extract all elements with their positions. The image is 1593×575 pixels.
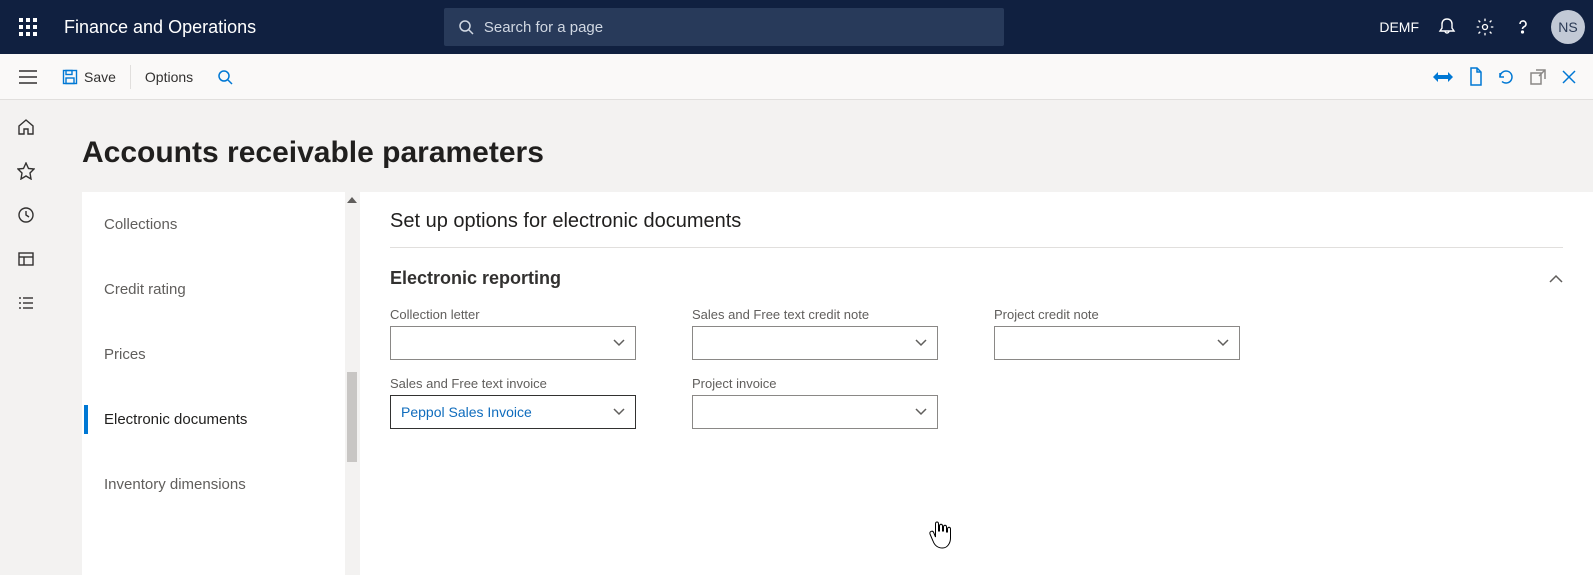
- app-title: Finance and Operations: [64, 17, 256, 38]
- chevron-down-icon: [613, 408, 625, 416]
- fields-row: Collection letter Sales and Free text in…: [390, 307, 1563, 429]
- refresh-icon[interactable]: [1497, 67, 1515, 87]
- content-area: Accounts receivable parameters Collectio…: [52, 100, 1593, 575]
- label-collection-letter: Collection letter: [390, 307, 636, 322]
- favorites-icon[interactable]: [17, 162, 35, 180]
- help-icon[interactable]: [1513, 17, 1533, 37]
- save-button[interactable]: Save: [48, 54, 130, 100]
- combo-project-invoice[interactable]: [692, 395, 938, 429]
- combo-project-credit-note[interactable]: [994, 326, 1240, 360]
- action-bar-right: [1433, 67, 1593, 87]
- sidelist-scrollbar[interactable]: [345, 192, 359, 575]
- save-label: Save: [84, 69, 116, 85]
- app-launcher[interactable]: [8, 7, 48, 47]
- home-icon[interactable]: [17, 118, 35, 136]
- close-icon[interactable]: [1561, 67, 1577, 87]
- options-button[interactable]: Options: [131, 54, 207, 100]
- legal-entity[interactable]: DEMF: [1379, 19, 1419, 35]
- settings-icon[interactable]: [1475, 17, 1495, 37]
- label-sales-free-text-credit-note: Sales and Free text credit note: [692, 307, 938, 322]
- avatar[interactable]: NS: [1551, 10, 1585, 44]
- nav-toggle[interactable]: [8, 70, 48, 84]
- modules-icon[interactable]: [17, 294, 35, 312]
- avatar-initials: NS: [1558, 19, 1577, 35]
- save-icon: [62, 69, 78, 85]
- group-header[interactable]: Electronic reporting: [390, 268, 1563, 289]
- action-search-button[interactable]: [207, 54, 243, 100]
- value-sales-free-text-invoice: Peppol Sales Invoice: [401, 404, 532, 420]
- chevron-down-icon: [915, 408, 927, 416]
- personalize-icon[interactable]: [1433, 67, 1453, 87]
- combo-sales-free-text-credit-note[interactable]: [692, 326, 938, 360]
- sidelist-item-credit-rating[interactable]: Credit rating: [82, 257, 359, 322]
- combo-sales-free-text-invoice[interactable]: Peppol Sales Invoice: [390, 395, 636, 429]
- search-icon: [458, 19, 474, 35]
- label-project-credit-note: Project credit note: [994, 307, 1240, 322]
- app-bar: Finance and Operations DEMF NS: [0, 0, 1593, 54]
- chevron-down-icon: [1217, 339, 1229, 347]
- collapse-icon[interactable]: [1549, 274, 1563, 284]
- options-label: Options: [145, 69, 193, 85]
- sidelist-item-electronic-documents[interactable]: Electronic documents: [82, 387, 359, 452]
- recent-icon[interactable]: [17, 206, 35, 224]
- combo-collection-letter[interactable]: [390, 326, 636, 360]
- page-title: Accounts receivable parameters: [52, 100, 1593, 192]
- group-title: Electronic reporting: [390, 268, 561, 289]
- section-title: Set up options for electronic documents: [390, 210, 1563, 248]
- label-sales-free-text-invoice: Sales and Free text invoice: [390, 376, 636, 391]
- cursor-hand-icon: [928, 520, 954, 550]
- appbar-right: DEMF NS: [1379, 10, 1585, 44]
- chevron-down-icon: [613, 339, 625, 347]
- attachments-icon[interactable]: [1467, 67, 1483, 87]
- popout-icon[interactable]: [1529, 67, 1547, 87]
- search-box[interactable]: [444, 8, 1004, 46]
- sidelist-item-prices[interactable]: Prices: [82, 322, 359, 387]
- action-bar: Save Options: [0, 54, 1593, 100]
- label-project-invoice: Project invoice: [692, 376, 938, 391]
- field-project-invoice: Project invoice: [692, 376, 938, 429]
- left-rail: [0, 100, 52, 575]
- waffle-icon: [19, 18, 37, 36]
- notifications-icon[interactable]: [1437, 17, 1457, 37]
- sidelist-item-collections[interactable]: Collections: [82, 192, 359, 257]
- sidelist-item-inventory-dimensions[interactable]: Inventory dimensions: [82, 452, 359, 517]
- field-collection-letter: Collection letter: [390, 307, 636, 360]
- field-sales-free-text-invoice: Sales and Free text invoice Peppol Sales…: [390, 376, 636, 429]
- form-area: Set up options for electronic documents …: [360, 192, 1593, 575]
- scroll-thumb[interactable]: [347, 372, 357, 462]
- scroll-up-icon[interactable]: [345, 192, 359, 208]
- workspaces-icon[interactable]: [17, 250, 35, 268]
- field-project-credit-note: Project credit note: [994, 307, 1240, 360]
- search-input[interactable]: [484, 19, 990, 36]
- chevron-down-icon: [915, 339, 927, 347]
- side-nav: Collections Credit rating Prices Electro…: [82, 192, 360, 575]
- field-sales-free-text-credit-note: Sales and Free text credit note: [692, 307, 938, 360]
